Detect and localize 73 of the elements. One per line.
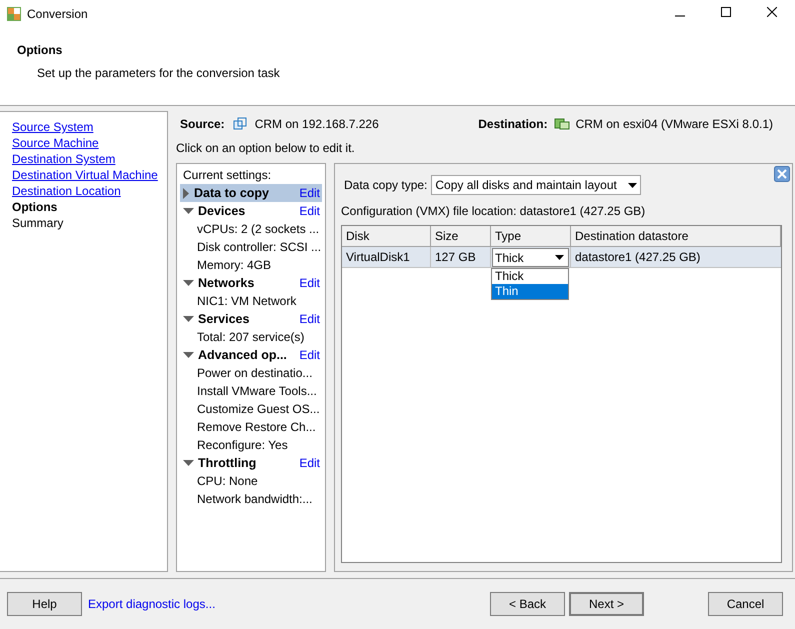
step-link[interactable]: Source Machine — [12, 135, 99, 151]
expanded-triangle-icon[interactable] — [183, 352, 194, 358]
back-button[interactable]: < Back — [490, 592, 565, 616]
edit-link[interactable]: Edit — [299, 346, 320, 364]
step-item: Summary — [12, 215, 64, 231]
setting-value: Reconfigure: Yes — [196, 437, 288, 454]
destination-value: CRM on esxi04 (VMware ESXi 8.0.1) — [576, 116, 773, 133]
settings-group-row[interactable]: Networks Edit — [180, 274, 322, 292]
table-cell-text: VirtualDisk1 — [346, 249, 410, 266]
setting-value: Network bandwidth:... — [196, 491, 312, 508]
edit-link[interactable]: Edit — [299, 310, 320, 328]
group-label: Devices — [198, 203, 246, 220]
step-link[interactable]: Destination System — [12, 151, 116, 167]
group-label: Advanced op... — [198, 347, 287, 364]
setting-value: CPU: None — [196, 473, 258, 490]
table-cell-text: datastore1 (427.25 GB) — [575, 249, 700, 266]
settings-group-row[interactable]: Devices Edit — [180, 202, 322, 220]
step-link[interactable]: Destination Location — [12, 183, 121, 199]
group-label: Networks — [198, 275, 254, 292]
window-title: Conversion — [27, 6, 88, 23]
edit-link[interactable]: Edit — [299, 274, 320, 292]
settings-group-row[interactable]: Advanced op... Edit — [180, 346, 322, 364]
config-location-text: Configuration (VMX) file location: datastore1 (427.25 GB) — [341, 203, 646, 220]
settings-group-row[interactable]: Throttling Edit — [180, 454, 322, 472]
next-button[interactable]: Next > — [569, 592, 644, 616]
destination-label: Destination: — [478, 116, 548, 133]
setting-value: Power on destinatio... — [196, 365, 312, 382]
dropdown-arrow-icon — [628, 182, 638, 188]
setting-value: Customize Guest OS... — [196, 401, 320, 418]
group-label: Services — [198, 311, 250, 328]
maximize-icon[interactable] — [721, 7, 731, 17]
expanded-triangle-icon[interactable] — [183, 280, 194, 286]
group-label: Data to copy — [194, 185, 270, 202]
step-link[interactable]: Destination Virtual Machine — [12, 167, 158, 183]
server-icon — [554, 117, 570, 131]
setting-value: NIC1: VM Network — [196, 293, 296, 310]
instruction-text: Click on an option below to edit it. — [176, 140, 356, 157]
menu-option[interactable]: Thick — [492, 269, 568, 284]
setting-value: Remove Restore Ch... — [196, 419, 316, 436]
table-cell-text: 127 GB — [435, 249, 476, 266]
edit-link[interactable]: Edit — [299, 202, 320, 220]
cancel-button[interactable]: Cancel — [708, 592, 783, 616]
dropdown-arrow-icon — [555, 255, 564, 260]
step-item: Options — [12, 199, 58, 215]
edit-link[interactable]: Edit — [299, 454, 320, 472]
vm-icon — [232, 117, 247, 131]
type-dropdown[interactable]: Thick — [492, 248, 569, 267]
source-value: CRM on 192.168.7.226 — [254, 116, 379, 133]
setting-value: Memory: 4GB — [196, 257, 272, 274]
close-icon[interactable] — [767, 7, 777, 17]
settings-group-row[interactable]: Services Edit — [180, 310, 322, 328]
expanded-triangle-icon[interactable] — [183, 460, 194, 466]
group-label: Throttling — [198, 455, 256, 472]
setting-value: Install VMware Tools... — [196, 383, 317, 400]
data-copy-type-label: Data copy type: — [344, 177, 428, 194]
menu-option[interactable]: Thin — [492, 284, 568, 299]
expanded-triangle-icon[interactable] — [183, 208, 194, 214]
settings-group-row[interactable]: Data to copy Edit — [180, 184, 322, 202]
settings-heading: Current settings: — [182, 167, 272, 184]
step-link[interactable]: Source System — [12, 119, 94, 135]
page-title: Options — [17, 42, 64, 59]
export-logs-link[interactable]: Export diagnostic logs... — [88, 595, 216, 613]
setting-value: Disk controller: SCSI ... — [196, 239, 322, 256]
page-subtitle: Set up the parameters for the conversion task — [37, 65, 281, 82]
app-icon — [6, 6, 22, 22]
expanded-triangle-icon[interactable] — [183, 316, 194, 322]
setting-value: Total: 207 service(s) — [196, 329, 304, 346]
setting-value: vCPUs: 2 (2 sockets ... — [196, 221, 320, 238]
source-label: Source: — [180, 116, 225, 133]
help-button[interactable]: Help — [7, 592, 82, 616]
edit-link[interactable]: Edit — [299, 184, 320, 202]
collapsed-triangle-icon[interactable] — [183, 188, 190, 198]
data-copy-type-dropdown[interactable]: Copy all disks and maintain layout — [431, 175, 642, 195]
